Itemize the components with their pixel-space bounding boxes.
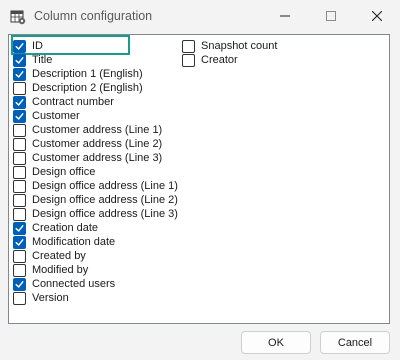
column-option[interactable]: Design office (13, 165, 95, 179)
close-icon (372, 11, 382, 21)
column-option[interactable]: Design office address (Line 2) (13, 193, 178, 207)
checkbox[interactable] (13, 81, 26, 95)
checkbox[interactable] (13, 193, 26, 207)
checkbox[interactable] (13, 123, 26, 137)
column-option-label: ID (32, 40, 43, 52)
maximize-button[interactable] (308, 0, 354, 32)
column-option-label: Customer address (Line 1) (32, 124, 163, 136)
column-option-label: Description 2 (English) (32, 82, 143, 94)
checkbox-checked[interactable] (13, 53, 26, 67)
checkbox[interactable] (182, 53, 195, 67)
checkmark-icon (15, 98, 24, 106)
checkbox-checked[interactable] (13, 95, 26, 109)
column-option-label: Creator (201, 54, 238, 66)
column-option[interactable]: Connected users (13, 277, 115, 291)
column-option-label: Contract number (32, 96, 114, 108)
column-option[interactable]: Snapshot count (182, 39, 277, 53)
checkbox[interactable] (13, 263, 26, 277)
column-option-label: Description 1 (English) (32, 68, 143, 80)
checkmark-icon (15, 238, 24, 246)
column-option[interactable]: Design office address (Line 3) (13, 207, 178, 221)
column-option-label: Customer address (Line 3) (32, 152, 163, 164)
minimize-icon (280, 11, 290, 21)
checkbox[interactable] (13, 249, 26, 263)
table-settings-icon (10, 9, 26, 25)
column-option[interactable]: Description 1 (English) (13, 67, 143, 81)
column-option[interactable]: Version (13, 291, 69, 305)
checkbox[interactable] (13, 151, 26, 165)
checkmark-icon (15, 56, 24, 64)
column-option-label: Snapshot count (201, 40, 278, 52)
checkbox[interactable] (13, 137, 26, 151)
column-option-label: Modified by (32, 264, 89, 276)
title-bar: Column configuration (0, 0, 400, 34)
column-option-label: Version (32, 292, 69, 304)
column-option[interactable]: ID (13, 39, 43, 53)
column-option-label: Created by (32, 250, 86, 262)
column-option-label: Customer (32, 110, 80, 122)
column-option-label: Creation date (32, 222, 99, 234)
column-option[interactable]: Modification date (13, 235, 115, 249)
checkbox-checked[interactable] (13, 221, 26, 235)
minimize-button[interactable] (262, 0, 308, 32)
column-option[interactable]: Customer address (Line 2) (13, 137, 162, 151)
checkmark-icon (15, 224, 24, 232)
checkbox[interactable] (13, 207, 26, 221)
column-option[interactable]: Title (13, 53, 52, 67)
checkbox[interactable] (13, 165, 26, 179)
column-option[interactable]: Created by (13, 249, 86, 263)
checkmark-icon (15, 70, 24, 78)
checkbox-checked[interactable] (13, 277, 26, 291)
column-option[interactable]: Contract number (13, 95, 114, 109)
checkbox-checked[interactable] (13, 235, 26, 249)
column-list-panel: ID Title Description 1 (English) Descriptio… (8, 34, 390, 324)
checkmark-icon (15, 42, 24, 50)
column-option[interactable]: Customer (13, 109, 80, 123)
checkmark-icon (15, 280, 24, 288)
ok-button[interactable]: OK (241, 331, 311, 354)
checkbox-checked[interactable] (13, 39, 26, 53)
column-option-label: Customer address (Line 2) (32, 138, 163, 150)
column-option-label: Design office address (Line 1) (32, 180, 178, 192)
column-option-label: Design office address (Line 3) (32, 208, 178, 220)
column-option[interactable]: Customer address (Line 1) (13, 123, 162, 137)
checkmark-icon (15, 112, 24, 120)
column-option-label: Design office (32, 166, 96, 178)
window-title: Column configuration (34, 9, 153, 23)
checkbox[interactable] (13, 179, 26, 193)
column-option[interactable]: Design office address (Line 1) (13, 179, 178, 193)
checkbox-checked[interactable] (13, 109, 26, 123)
checkbox[interactable] (182, 39, 195, 53)
checkbox-checked[interactable] (13, 67, 26, 81)
column-option[interactable]: Creation date (13, 221, 98, 235)
column-option-label: Title (32, 54, 53, 66)
checkbox[interactable] (13, 291, 26, 305)
column-option-label: Connected users (32, 278, 116, 290)
column-option[interactable]: Customer address (Line 3) (13, 151, 162, 165)
column-option[interactable]: Description 2 (English) (13, 81, 143, 95)
cancel-button[interactable]: Cancel (320, 331, 390, 354)
maximize-icon (326, 11, 336, 21)
column-option[interactable]: Creator (182, 53, 238, 67)
column-option-label: Design office address (Line 2) (32, 194, 178, 206)
close-button[interactable] (354, 0, 400, 32)
column-option-label: Modification date (32, 236, 116, 248)
column-option[interactable]: Modified by (13, 263, 88, 277)
